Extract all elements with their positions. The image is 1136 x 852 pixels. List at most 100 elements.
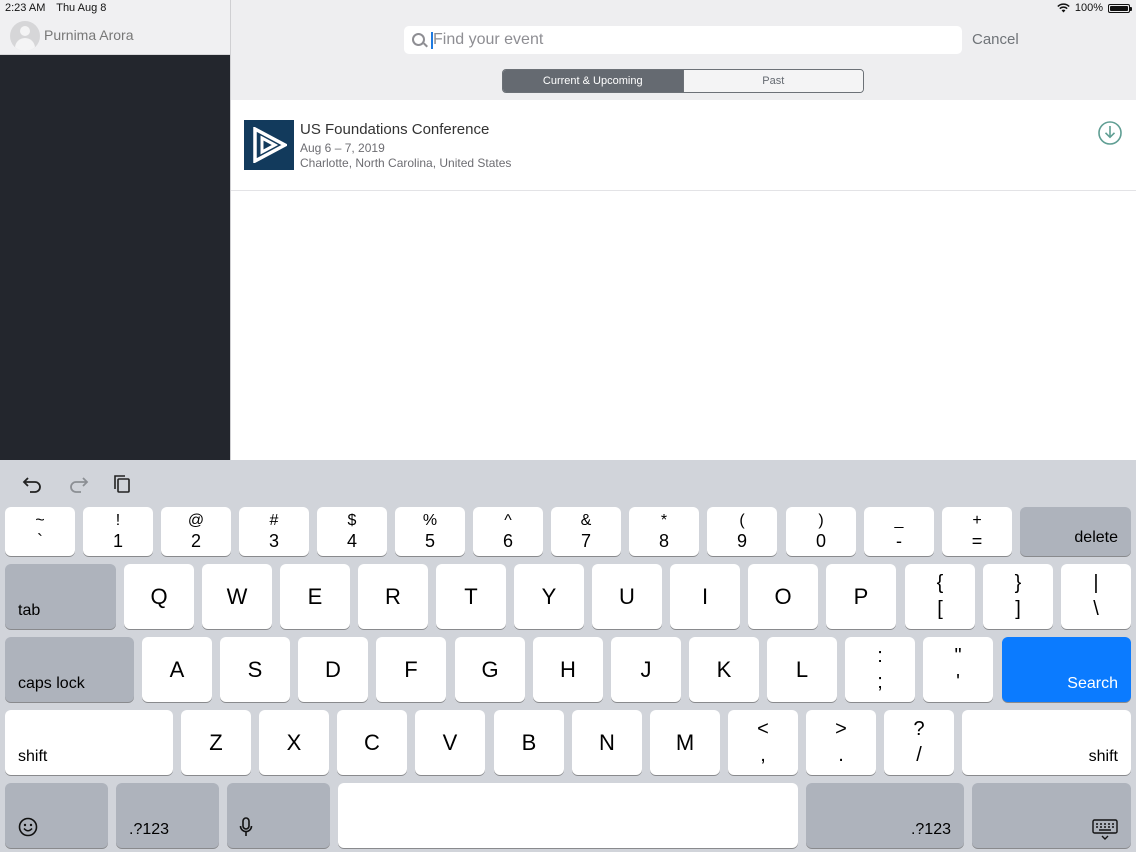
space-key[interactable] [338, 783, 798, 848]
key-bottom-char: 0 [815, 531, 826, 551]
key-n[interactable]: N [572, 710, 642, 775]
key-6[interactable]: ^ 6 [473, 507, 543, 556]
search-key[interactable]: Search [1002, 637, 1131, 702]
key-k[interactable]: K [689, 637, 759, 702]
emoji-key[interactable] [5, 783, 108, 848]
key-v[interactable]: V [415, 710, 485, 775]
key-slash[interactable]: ? / [884, 710, 954, 775]
keyboard-dismiss-key[interactable] [972, 783, 1131, 848]
key-a[interactable]: A [142, 637, 212, 702]
numbers-key-left[interactable]: .?123 [116, 783, 219, 848]
key-char: H [560, 656, 576, 682]
key-bottom-char: - [896, 531, 902, 551]
key-char: V [442, 729, 458, 755]
key-top-char: ? [913, 718, 925, 740]
key-w[interactable]: W [202, 564, 272, 629]
key-x[interactable]: X [259, 710, 329, 775]
key-1[interactable]: ! 1 [83, 507, 153, 556]
key-top-char: * [660, 512, 668, 529]
key-top-char: % [422, 512, 438, 529]
key-9[interactable]: (9 [707, 507, 777, 556]
key-equals[interactable]: + = [942, 507, 1012, 556]
cancel-button[interactable]: Cancel [972, 31, 1019, 48]
key-top-char: @ [187, 512, 205, 529]
key-y[interactable]: Y [514, 564, 584, 629]
key-top-char: ^ [504, 512, 512, 529]
undo-icon[interactable] [22, 474, 44, 494]
list-item[interactable]: US Foundations Conference Aug 6 – 7, 201… [231, 100, 1136, 191]
numbers-key-right[interactable]: .?123 [806, 783, 964, 848]
key-8[interactable]: * 8 [629, 507, 699, 556]
numbers-label: .?123 [129, 821, 170, 838]
shift-right-key[interactable]: shift [962, 710, 1131, 775]
key-z[interactable]: Z [181, 710, 251, 775]
key-bottom-char: , [760, 744, 766, 766]
key-p[interactable]: P [826, 564, 896, 629]
key-top-char: _ [894, 512, 904, 529]
download-icon[interactable] [1098, 121, 1122, 145]
key-j[interactable]: J [611, 637, 681, 702]
delete-label: delete [1074, 529, 1118, 546]
key-backslash[interactable]: | \ [1061, 564, 1131, 629]
battery-icon [1108, 3, 1132, 13]
key-left-bracket[interactable]: {[ [905, 564, 975, 629]
tab-current-upcoming[interactable]: Current & Upcoming [503, 70, 683, 92]
key-comma[interactable]: <, [728, 710, 798, 775]
key-i[interactable]: I [670, 564, 740, 629]
key-s[interactable]: S [220, 637, 290, 702]
key-r[interactable]: R [358, 564, 428, 629]
key-top-char: $ [347, 512, 357, 529]
paste-icon[interactable] [112, 474, 134, 494]
key-7[interactable]: & 7 [551, 507, 621, 556]
key-b[interactable]: B [494, 710, 564, 775]
event-title: US Foundations Conference [300, 121, 490, 138]
key-bottom-char: \ [1093, 598, 1099, 620]
shift-left-key[interactable]: shift [5, 710, 173, 775]
redo-icon[interactable] [67, 474, 89, 494]
key-bottom-char: / [916, 744, 922, 766]
key-top-char: : [877, 645, 883, 667]
search-field[interactable] [404, 26, 962, 54]
key-o[interactable]: O [748, 564, 818, 629]
key-backtick[interactable]: ~ ` [5, 507, 75, 556]
key-3[interactable]: #3 [239, 507, 309, 556]
key-4[interactable]: $4 [317, 507, 387, 556]
key-q[interactable]: Q [124, 564, 194, 629]
tab-key[interactable]: tab [5, 564, 116, 629]
key-char: O [774, 583, 792, 609]
key-semicolon[interactable]: :; [845, 637, 915, 702]
key-f[interactable]: F [376, 637, 446, 702]
avatar[interactable] [10, 21, 40, 51]
key-d[interactable]: D [298, 637, 368, 702]
key-quote[interactable]: " ' [923, 637, 993, 702]
key-2[interactable]: @2 [161, 507, 231, 556]
dictation-key[interactable] [227, 783, 330, 848]
tab-past[interactable]: Past [682, 70, 863, 92]
caps-lock-key[interactable]: caps lock [5, 637, 134, 702]
key-right-bracket[interactable]: }] [983, 564, 1053, 629]
key-minus[interactable]: _ - [864, 507, 934, 556]
key-u[interactable]: U [592, 564, 662, 629]
key-h[interactable]: H [533, 637, 603, 702]
key-e[interactable]: E [280, 564, 350, 629]
delete-key[interactable]: delete [1020, 507, 1131, 556]
key-char: J [640, 656, 652, 682]
key-l[interactable]: L [767, 637, 837, 702]
key-char: R [385, 583, 401, 609]
search-input[interactable] [433, 26, 953, 54]
event-location: Charlotte, North Carolina, United States [300, 156, 512, 170]
key-top-char: ! [115, 512, 121, 529]
user-name: Purnima Arora [44, 27, 134, 43]
key-bottom-char: 6 [502, 531, 513, 551]
key-5[interactable]: % 5 [395, 507, 465, 556]
key-0[interactable]: ) 0 [786, 507, 856, 556]
key-m[interactable]: M [650, 710, 720, 775]
key-period[interactable]: >. [806, 710, 876, 775]
key-t[interactable]: T [436, 564, 506, 629]
key-g[interactable]: G [455, 637, 525, 702]
key-top-char: ( [739, 512, 745, 529]
key-char: N [599, 729, 615, 755]
key-char: G [481, 656, 499, 682]
key-bottom-char: 1 [112, 531, 123, 551]
key-c[interactable]: C [337, 710, 407, 775]
